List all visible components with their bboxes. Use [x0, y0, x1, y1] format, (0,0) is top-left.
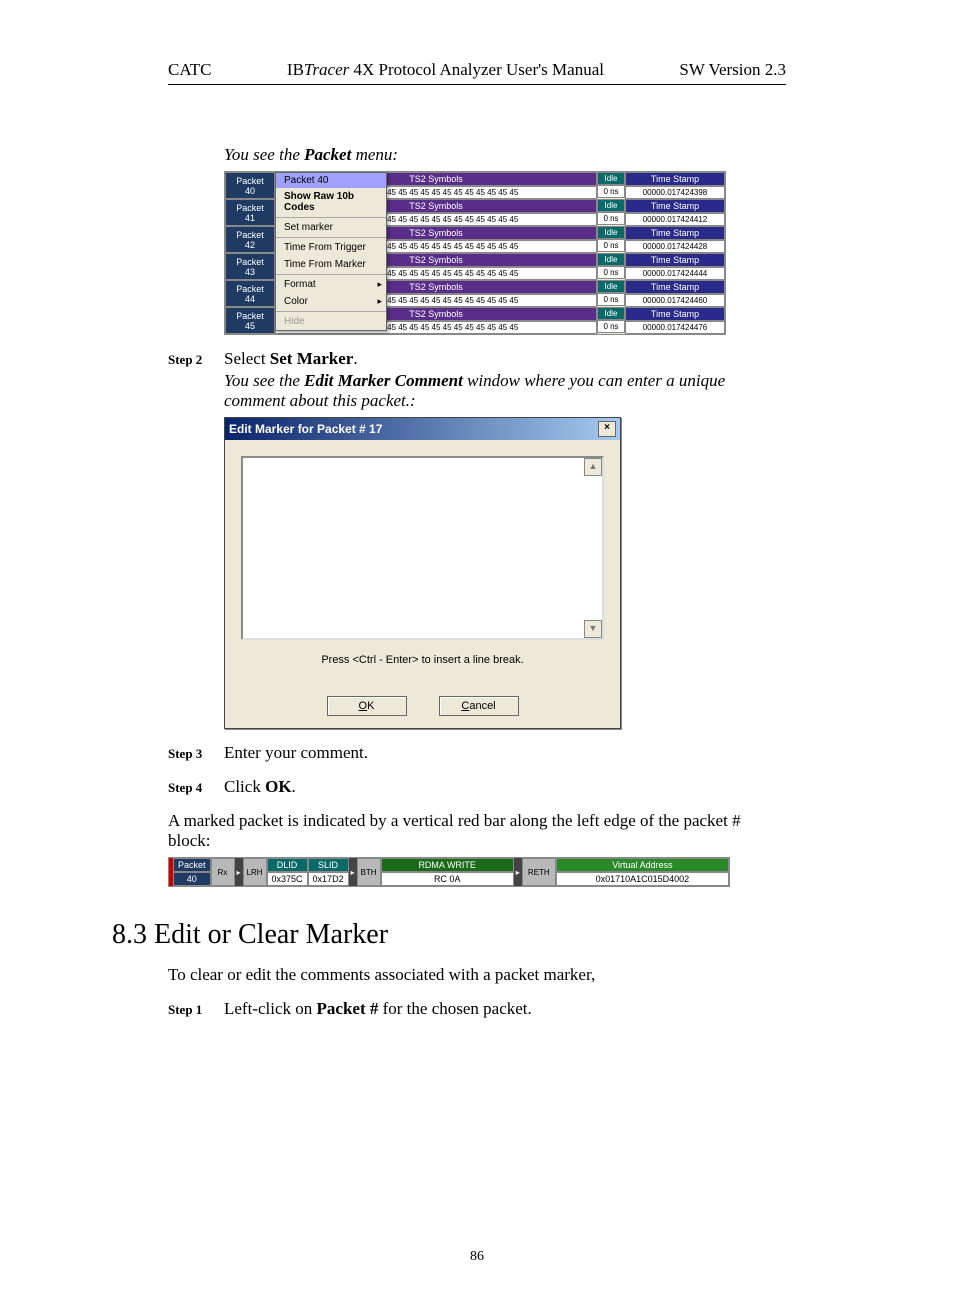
dialog-hint: Press <Ctrl - Enter> to insert a line br…	[241, 654, 604, 666]
lrh-cell: LRH	[243, 858, 267, 886]
step-1: Step 1 Left-click on Packet # for the ch…	[168, 999, 786, 1019]
packet-title: Packet	[173, 858, 211, 872]
packet-id-cell: Packet45	[225, 307, 275, 334]
edit-marker-dialog: Edit Marker for Packet # 17 × ▲ ▼ Press …	[224, 417, 621, 729]
menu-hide[interactable]: Hide	[276, 313, 386, 330]
step-4-label: Step 4	[168, 780, 224, 796]
cancel-button[interactable]: Cancel	[439, 696, 519, 716]
step-3-label: Step 3	[168, 746, 224, 762]
slid-value: 0x17D2	[308, 872, 349, 886]
timestamp-col: Time Stamp00000.017424476	[625, 307, 725, 334]
step-2: Step 2 Select Set Marker.	[168, 349, 786, 369]
step-3: Step 3 Enter your comment.	[168, 743, 786, 763]
marked-packet-figure: Packet 40 Rx ▸ LRH DLID 0x375C SLID 0x17…	[168, 857, 730, 887]
idle-col: Idle0 ns	[597, 307, 625, 334]
submenu-arrow-icon: ▸	[377, 296, 382, 307]
packet-id-cell: Packet40	[225, 172, 275, 199]
ok-button[interactable]: OK	[327, 696, 407, 716]
menu-show-raw[interactable]: Show Raw 10b Codes	[276, 188, 386, 216]
idle-col: Idle0 ns	[597, 226, 625, 253]
idle-col: Idle0 ns	[597, 172, 625, 199]
comment-textarea[interactable]: ▲ ▼	[241, 456, 604, 640]
bth-cell: BTH	[357, 858, 381, 886]
va-value: 0x01710A1C015D4002	[556, 872, 729, 886]
rx-cell: Rx	[211, 858, 235, 886]
close-button[interactable]: ×	[598, 421, 616, 437]
packet-id-cell: Packet42	[225, 226, 275, 253]
scroll-up-icon[interactable]: ▲	[584, 458, 602, 476]
timestamp-col: Time Stamp00000.017424428	[625, 226, 725, 253]
section-intro: To clear or edit the comments associated…	[168, 965, 786, 985]
packet-context-menu: Packet 40 Show Raw 10b Codes Set marker …	[275, 172, 387, 331]
page-number: 86	[168, 1249, 786, 1265]
idle-col: Idle0 ns	[597, 280, 625, 307]
header-right: SW Version 2.3	[679, 60, 786, 80]
timestamp-col: Time Stamp00000.017424444	[625, 253, 725, 280]
step-1-label: Step 1	[168, 1002, 224, 1018]
menu-time-from-trigger[interactable]: Time From Trigger	[276, 239, 386, 256]
header-rule	[168, 84, 786, 85]
scroll-down-icon[interactable]: ▼	[584, 620, 602, 638]
header-left: CATC	[168, 60, 211, 80]
packet-list-figure: Packet40TS2 Symbols45 45 45 45 45 45 45 …	[224, 171, 726, 335]
timestamp-col: Time Stamp00000.017424412	[625, 199, 725, 226]
menu-header: Packet 40	[276, 173, 386, 188]
step-2-label: Step 2	[168, 352, 224, 368]
menu-time-from-marker[interactable]: Time From Marker	[276, 256, 386, 273]
dlid-value: 0x375C	[267, 872, 308, 886]
arrow-icon: ▸	[349, 858, 357, 886]
submenu-arrow-icon: ▸	[377, 279, 382, 290]
step-4: Step 4 Click OK.	[168, 777, 786, 797]
edit-marker-caption: You see the Edit Marker Comment window w…	[224, 371, 786, 411]
packet-id-cell: Packet41	[225, 199, 275, 226]
arrow-icon: ▸	[235, 858, 243, 886]
packet-number: 40	[173, 872, 211, 886]
header-center: IBTracer 4X Protocol Analyzer User's Man…	[211, 60, 679, 80]
rdma-value: RC 0A	[381, 872, 514, 886]
menu-set-marker[interactable]: Set marker	[276, 219, 386, 236]
idle-col: Idle0 ns	[597, 199, 625, 226]
marked-packet-para: A marked packet is indicated by a vertic…	[168, 811, 786, 851]
packet-id-cell: Packet44	[225, 280, 275, 307]
menu-format[interactable]: Format▸	[276, 276, 386, 293]
timestamp-col: Time Stamp00000.017424460	[625, 280, 725, 307]
menu-color[interactable]: Color▸	[276, 293, 386, 310]
rdma-title: RDMA WRITE	[381, 858, 514, 872]
arrow-icon: ▸	[514, 858, 522, 886]
reth-cell: RETH	[522, 858, 556, 886]
section-heading: 8.3 Edit or Clear Marker	[112, 919, 786, 951]
dialog-titlebar: Edit Marker for Packet # 17 ×	[225, 418, 620, 440]
dlid-title: DLID	[267, 858, 308, 872]
packet-id-cell: Packet43	[225, 253, 275, 280]
dialog-title: Edit Marker for Packet # 17	[229, 422, 382, 436]
timestamp-col: Time Stamp00000.017424398	[625, 172, 725, 199]
va-title: Virtual Address	[556, 858, 729, 872]
packet-menu-caption: You see the Packet menu:	[224, 145, 786, 165]
idle-col: Idle0 ns	[597, 253, 625, 280]
step-3-text: Enter your comment.	[224, 743, 368, 763]
page-header: CATC IBTracer 4X Protocol Analyzer User'…	[168, 60, 786, 80]
slid-title: SLID	[308, 858, 349, 872]
